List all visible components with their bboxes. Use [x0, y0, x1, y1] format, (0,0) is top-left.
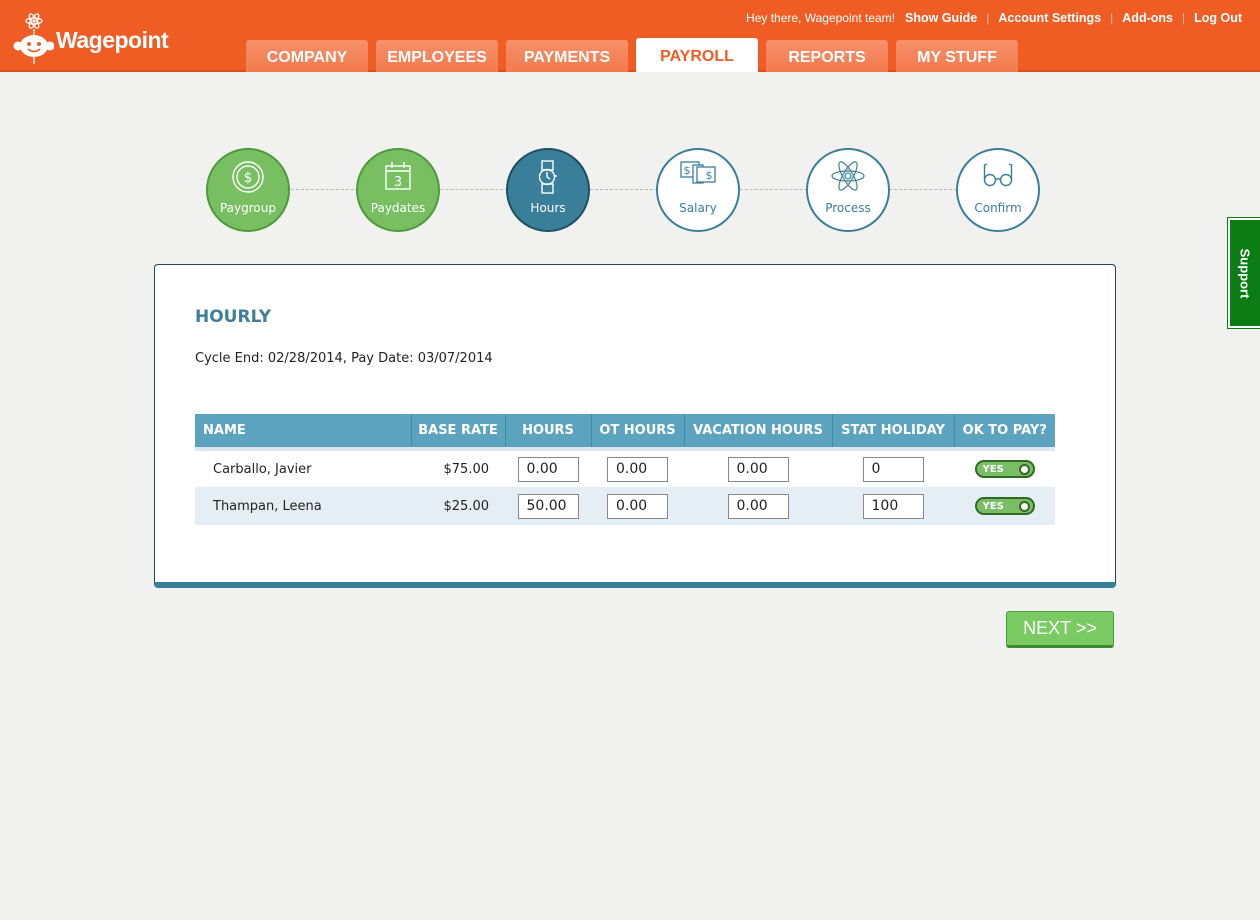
tab-payroll[interactable]: PAYROLL [636, 38, 758, 72]
column-header-name: NAME [195, 414, 412, 451]
top-navigation-bar: Wagepoint Hey there, Wagepoint team! Sho… [0, 0, 1260, 72]
cycle-dates: Cycle End: 02/28/2014, Pay Date: 03/07/2… [195, 351, 493, 366]
svg-text:$: $ [706, 169, 713, 182]
employee-name: Carballo, Javier [213, 461, 312, 477]
step-confirm[interactable]: Confirm [956, 148, 1040, 232]
step-label: Paydates [370, 201, 426, 215]
wagepoint-logo[interactable]: Wagepoint [12, 8, 169, 64]
glasses-icon [980, 160, 1016, 191]
brand-name: Wagepoint [56, 27, 169, 53]
step-hours[interactable]: Hours [506, 148, 590, 232]
column-header-stat-holiday: STAT HOLIDAY [832, 414, 955, 451]
column-header-hours: HOURS [505, 414, 592, 451]
account-settings-link[interactable]: Account Settings [998, 11, 1101, 25]
stat-holiday-input[interactable] [862, 456, 924, 482]
tab-employees[interactable]: EMPLOYEES [376, 40, 498, 72]
payroll-stepper: $ Paygroup 3 Paydates Hours $ $ Salary Pr… [206, 148, 1042, 234]
table-row: Thampan, Leena $25.00 YES [195, 487, 1055, 525]
column-header-ot-hours: OT HOURS [591, 414, 685, 451]
main-tabs: COMPANY EMPLOYEES PAYMENTS PAYROLL REPOR… [246, 38, 1018, 72]
section-title: HOURLY [195, 307, 272, 327]
link-separator: | [1181, 11, 1186, 25]
step-label: Hours [530, 201, 566, 215]
hours-input[interactable] [517, 493, 579, 519]
toggle-label: YES [982, 463, 1004, 475]
wristwatch-icon [534, 160, 562, 197]
vacation-hours-input[interactable] [727, 456, 789, 482]
show-guide-link[interactable]: Show Guide [905, 11, 977, 25]
toggle-knob [1018, 463, 1030, 475]
hourly-card: HOURLY Cycle End: 02/28/2014, Pay Date: … [154, 264, 1116, 588]
link-separator: | [986, 11, 990, 25]
step-paydates[interactable]: 3 Paydates [356, 148, 440, 232]
table-row: Carballo, Javier $75.00 YES [195, 449, 1055, 487]
logo-mascot-icon [12, 12, 55, 64]
toggle-label: YES [982, 500, 1004, 512]
step-salary[interactable]: $ $ Salary [656, 148, 740, 232]
money-bills-icon: $ $ [680, 160, 716, 189]
tab-my-stuff[interactable]: MY STUFF [896, 40, 1018, 72]
ok-to-pay-toggle[interactable]: YES [974, 497, 1035, 515]
vacation-hours-input[interactable] [727, 493, 789, 519]
ot-hours-input[interactable] [607, 493, 668, 519]
dollar-coin-icon: $ [231, 160, 265, 197]
atom-icon [830, 160, 866, 195]
table-header-row: NAME BASE RATE HOURS OT HOURS VACATION H… [195, 414, 1055, 451]
employee-name: Thampan, Leena [195, 487, 411, 525]
calendar-icon: 3 [383, 160, 413, 195]
tab-reports[interactable]: REPORTS [766, 40, 888, 72]
user-links: Hey there, Wagepoint team! Show Guide | … [746, 11, 1242, 25]
toggle-knob [1018, 500, 1030, 512]
support-label: Support [1237, 248, 1253, 298]
step-label: Confirm [974, 201, 1022, 215]
tab-company[interactable]: COMPANY [246, 40, 368, 72]
log-out-link[interactable]: Log Out [1194, 11, 1242, 25]
add-ons-link[interactable]: Add-ons [1122, 11, 1173, 25]
next-button[interactable]: NEXT >> [1006, 611, 1114, 648]
greeting-text: Hey there, Wagepoint team! [746, 11, 895, 25]
step-paygroup[interactable]: $ Paygroup [206, 148, 290, 232]
svg-text:$: $ [684, 164, 691, 177]
step-label: Paygroup [219, 201, 276, 215]
tab-payments[interactable]: PAYMENTS [506, 40, 628, 72]
column-header-ok-to-pay: OK TO PAY? [954, 414, 1055, 451]
step-process[interactable]: Process [806, 148, 890, 232]
column-header-base-rate: BASE RATE [411, 414, 506, 451]
column-header-vacation-hours: VACATION HOURS [684, 414, 833, 451]
link-separator: | [1110, 11, 1114, 25]
svg-text:3: 3 [394, 175, 402, 190]
step-label: Process [825, 201, 871, 215]
hourly-table: NAME BASE RATE HOURS OT HOURS VACATION H… [195, 414, 1055, 525]
base-rate: $25.00 [411, 487, 505, 525]
ot-hours-input[interactable] [607, 456, 668, 482]
svg-text:$: $ [244, 170, 253, 186]
base-rate: $75.00 [443, 461, 490, 477]
ok-to-pay-toggle[interactable]: YES [974, 460, 1035, 478]
support-tab[interactable]: Support [1227, 217, 1260, 329]
stat-holiday-input[interactable] [862, 493, 924, 519]
step-label: Salary [679, 201, 717, 215]
hours-input[interactable] [517, 456, 579, 482]
